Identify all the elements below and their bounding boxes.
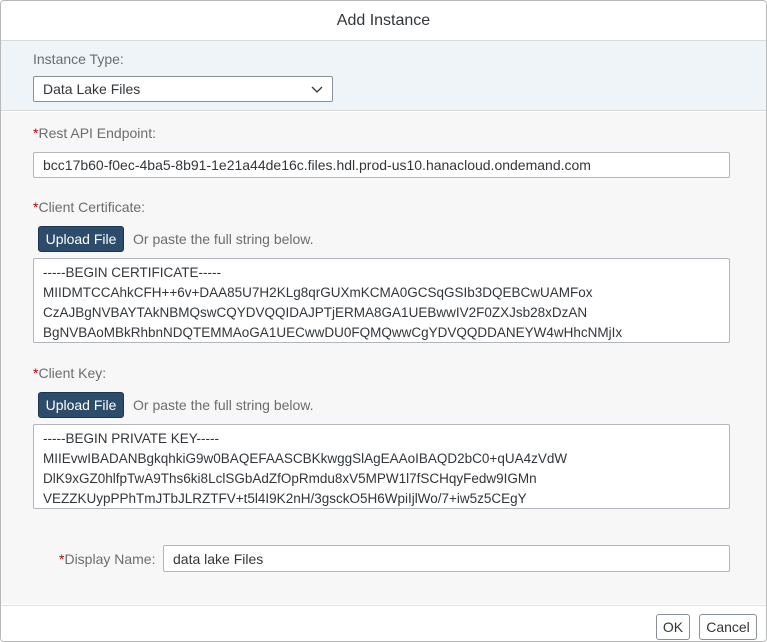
certificate-line: BgNVBAoMBkRhbnNDQTEMMAoGA1UECwwDU0FQMQww… [43,325,623,340]
client-certificate-label: *Client Certificate: [33,199,145,215]
rest-api-endpoint-label-text: Rest API Endpoint: [38,125,156,141]
client-key-label-text: Client Key: [38,365,107,381]
certificate-line: CzAJBgNVBAYTAkNBMQswCQYDVQQIDAJPTjERMA8G… [43,305,588,320]
key-line: VEZZKUypPPhTmJTbJLRZTFV+t5l4I9K2nH/3gsck… [43,491,527,506]
instance-type-section: Instance Type: Data Lake Files [1,41,766,111]
key-line: DlK9xGZ0hlfpTwA9Ths6ki8LclSGbAdZfOpRmdu8… [43,471,537,486]
add-instance-dialog: Add Instance Instance Type: Data Lake Fi… [0,0,767,642]
ok-button[interactable]: OK [656,614,690,640]
dialog-title: Add Instance [336,11,431,29]
cancel-button[interactable]: Cancel [699,614,757,640]
certificate-line: -----BEGIN CERTIFICATE----- [43,265,221,280]
key-paste-hint: Or paste the full string below. [133,397,314,413]
display-name-value: data lake Files [173,550,264,567]
instance-type-label: Instance Type: [33,51,124,67]
key-upload-button[interactable]: Upload File [38,392,124,418]
key-line: MIIEvwIBADANBgkqhkiG9w0BAQEFAASCBKkwggSl… [43,451,568,466]
certificate-line: MIIDMTCCAhkCFH++6v+DAA85U7H2KLg8qrGUXmKC… [43,285,593,300]
client-key-label: *Client Key: [33,365,106,381]
key-line: -----BEGIN PRIVATE KEY----- [43,431,220,446]
rest-api-endpoint-label: *Rest API Endpoint: [33,125,156,141]
instance-type-select[interactable]: Data Lake Files [33,76,333,102]
certificate-paste-hint: Or paste the full string below. [133,231,314,247]
display-name-label-text: Display Name: [64,551,156,567]
rest-api-endpoint-value: bcc17b60-f0ec-4ba5-8b91-1e21a44de16c.fil… [43,157,591,173]
chevron-down-icon [311,86,323,93]
display-name-label: *Display Name: [59,551,155,567]
client-certificate-label-text: Client Certificate: [38,199,146,215]
client-key-textarea[interactable]: -----BEGIN PRIVATE KEY----- MIIEvwIBADAN… [33,424,730,509]
dialog-footer: OK Cancel [1,605,766,641]
certificate-upload-button[interactable]: Upload File [38,226,124,252]
dialog-header: Add Instance [1,1,766,41]
rest-api-endpoint-input[interactable]: bcc17b60-f0ec-4ba5-8b91-1e21a44de16c.fil… [33,152,730,178]
instance-type-value: Data Lake Files [43,81,141,97]
client-certificate-textarea[interactable]: -----BEGIN CERTIFICATE----- MIIDMTCCAhkC… [33,258,730,343]
instance-form: *Rest API Endpoint: bcc17b60-f0ec-4ba5-8… [1,112,766,604]
display-name-input[interactable]: data lake Files [163,545,730,572]
